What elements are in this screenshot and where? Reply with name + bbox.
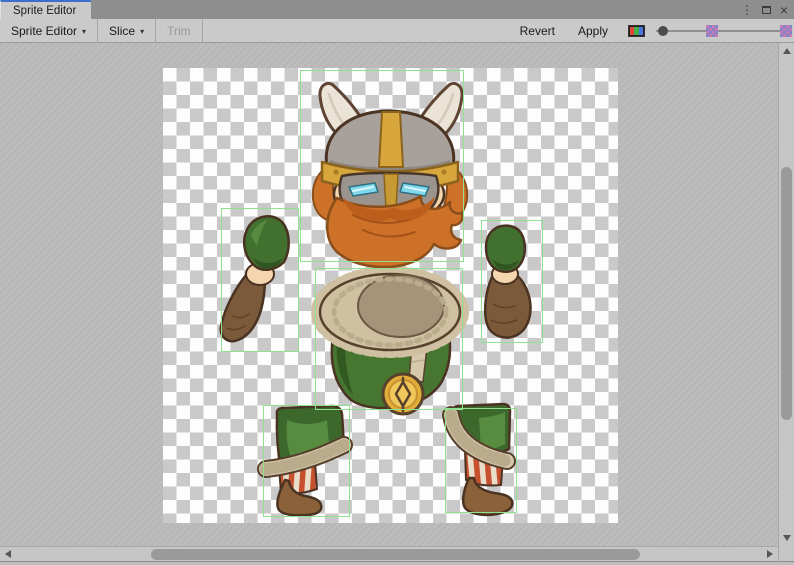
apply-button[interactable]: Apply <box>567 24 619 38</box>
toolbar-right-group: Revert Apply <box>508 19 794 42</box>
more-options-icon[interactable]: ⋮ <box>741 4 753 16</box>
window-bottom-edge <box>0 561 794 565</box>
toolbar: Sprite Editor ▾ Slice ▾ Trim Revert Appl… <box>0 19 794 43</box>
slice-rect-leg-right[interactable] <box>445 408 517 513</box>
horizontal-scrollbar[interactable] <box>0 546 778 561</box>
revert-button[interactable]: Revert <box>509 24 566 38</box>
chevron-down-icon: ▾ <box>140 27 144 36</box>
scroll-right-icon[interactable] <box>767 550 773 558</box>
texture-mip-marker-icon <box>706 25 718 37</box>
toolbar-separator <box>202 19 203 42</box>
slice-dropdown[interactable]: Slice ▾ <box>98 19 155 42</box>
sprite-editor-window: Sprite Editor ⋮ × Sprite Editor ▾ Slice … <box>0 0 794 565</box>
chevron-down-icon: ▾ <box>82 27 86 36</box>
sprite-editor-mode-dropdown[interactable]: Sprite Editor ▾ <box>0 19 97 42</box>
slice-rect-torso[interactable] <box>315 268 463 410</box>
scroll-up-icon[interactable] <box>783 48 791 54</box>
zoom-slider-knob[interactable] <box>658 26 668 36</box>
zoom-mip-slider[interactable] <box>654 19 792 43</box>
slice-rect-leg-left[interactable] <box>263 405 350 517</box>
scroll-left-icon[interactable] <box>5 550 11 558</box>
tab-title: Sprite Editor <box>13 5 76 17</box>
vertical-scrollbar[interactable] <box>778 43 794 546</box>
texture-mip-end-icon <box>780 25 792 37</box>
tab-bar: Sprite Editor ⋮ × <box>0 0 794 19</box>
slice-rect-arm-left[interactable] <box>221 208 299 352</box>
slider-track[interactable] <box>656 30 788 32</box>
texture-area[interactable] <box>163 68 618 523</box>
close-icon[interactable]: × <box>780 3 788 17</box>
window-controls: ⋮ × <box>741 0 788 19</box>
maximize-icon[interactable] <box>762 6 771 14</box>
tab-sprite-editor[interactable]: Sprite Editor <box>0 0 91 19</box>
scrollbar-corner <box>778 546 794 561</box>
trim-button[interactable]: Trim <box>156 19 202 42</box>
scroll-down-icon[interactable] <box>783 535 791 541</box>
slice-rect-arm-right[interactable] <box>481 220 543 343</box>
vscroll-thumb[interactable] <box>781 167 792 420</box>
sprite-canvas[interactable] <box>0 43 778 546</box>
hscroll-thumb[interactable] <box>151 549 640 560</box>
slice-rect-head[interactable] <box>300 70 464 262</box>
rgb-channels-icon[interactable] <box>628 25 645 37</box>
